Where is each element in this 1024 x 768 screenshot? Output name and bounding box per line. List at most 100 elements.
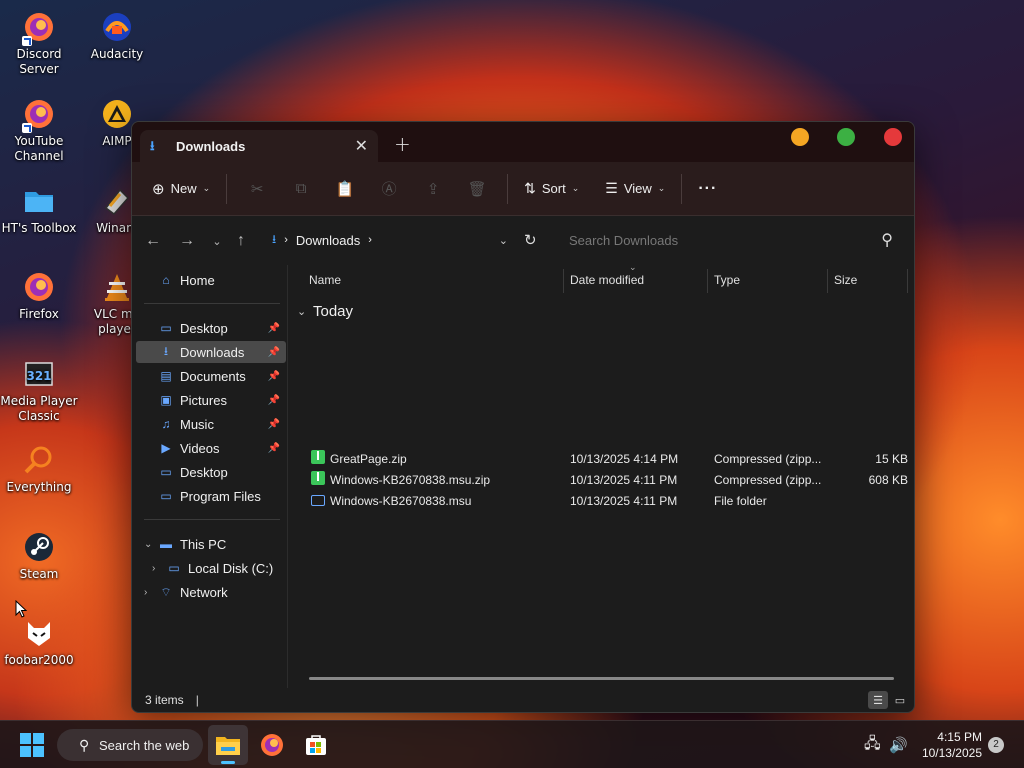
sort-button-label: Sort xyxy=(541,181,566,196)
close-tab-icon[interactable]: ✕ xyxy=(355,136,368,156)
volume-icon[interactable]: 🔊 xyxy=(889,721,908,768)
sidebar-item-music[interactable]: ♫ Music 📌 xyxy=(136,413,286,435)
breadcrumb-downloads[interactable]: Downloads xyxy=(296,233,360,248)
desktop-icon-everything[interactable]: Everything xyxy=(0,443,78,495)
address-bar-row: ← → ⌄ ↑ ⭳ › Downloads › ⌄ ↻ Search Downl… xyxy=(132,217,914,265)
search-box[interactable]: Search Downloads ⚲ xyxy=(557,225,907,255)
taskbar-firefox[interactable] xyxy=(252,725,292,765)
pin-icon[interactable]: 📌 xyxy=(268,395,280,406)
network-status-icon[interactable]: 🖧 xyxy=(864,721,881,768)
delete-icon[interactable]: 🗑 xyxy=(455,173,499,205)
sidebar-item-network[interactable]: › ⌔ Network xyxy=(136,581,286,603)
sidebar-item-downloads[interactable]: ⭳ Downloads 📌 xyxy=(136,341,286,363)
everything-icon xyxy=(22,443,56,477)
copy-icon[interactable]: ⧉ xyxy=(279,173,323,205)
file-type: Compressed (zipp... xyxy=(714,451,822,466)
sidebar-item-documents[interactable]: ▤ Documents 📌 xyxy=(136,365,286,387)
navigation-pane: ⌂ Home ▭ Desktop 📌 ⭳ Downloads 📌 ▤ Docum… xyxy=(132,265,288,688)
sidebar-item-home[interactable]: ⌂ Home xyxy=(136,269,286,291)
folder-icon: ▭ xyxy=(160,465,172,479)
file-list: Name Date modified ⌄ Type Size ⌄ Today G… xyxy=(289,262,914,688)
group-collapse-chevron-icon[interactable]: ⌄ xyxy=(297,305,306,318)
vlc-icon xyxy=(100,270,134,304)
sidebar-item-this-pc[interactable]: ⌄ ▬ This PC xyxy=(136,533,286,555)
sidebar-item-local-disk[interactable]: › ▭ Local Disk (C:) xyxy=(136,557,286,579)
pin-icon[interactable]: 📌 xyxy=(268,347,280,358)
sidebar-item-videos[interactable]: ▶ Videos 📌 xyxy=(136,437,286,459)
share-icon[interactable]: ⇪ xyxy=(411,173,455,205)
start-button[interactable] xyxy=(12,725,52,765)
file-explorer-window: ⭳ Downloads ✕ + ⊕ New ⌄ ✂ ⧉ 📋 Ⓐ ⇪ 🗑 ⇅ So… xyxy=(131,121,915,713)
pin-icon[interactable]: 📌 xyxy=(268,323,280,334)
sidebar-item-label: Local Disk (C:) xyxy=(188,560,274,576)
address-dropdown-icon[interactable]: ⌄ xyxy=(499,234,508,247)
address-breadcrumb[interactable]: ⭳ › Downloads › ⌄ xyxy=(272,225,508,255)
details-view-button[interactable]: ☰ xyxy=(868,691,888,709)
tab-downloads[interactable]: ⭳ Downloads ✕ xyxy=(140,130,378,162)
column-header-type[interactable]: Type xyxy=(714,265,740,295)
desktop-icon-label: YouTube Channel xyxy=(14,134,64,163)
pin-icon[interactable]: 📌 xyxy=(268,419,280,430)
minimize-button[interactable] xyxy=(791,128,809,146)
taskbar-clock[interactable]: 4:15 PM 10/13/2025 xyxy=(920,729,982,761)
rename-icon[interactable]: Ⓐ xyxy=(367,173,411,205)
horizontal-scrollbar[interactable] xyxy=(309,677,894,680)
desktop-icon-youtube-channel[interactable]: YouTube Channel xyxy=(0,97,78,164)
forward-arrow-icon[interactable]: → xyxy=(170,232,204,250)
collapse-chevron-icon[interactable]: › xyxy=(144,587,147,598)
column-header-name[interactable]: Name xyxy=(309,265,341,295)
pin-icon[interactable]: 📌 xyxy=(268,443,280,454)
desktop-icon-hts-toolbox[interactable]: HT's Toolbox xyxy=(0,184,78,236)
command-bar: ⊕ New ⌄ ✂ ⧉ 📋 Ⓐ ⇪ 🗑 ⇅ Sort ⌄ ☰ View ⌄ ··… xyxy=(132,162,914,216)
folder-icon: ▭ xyxy=(160,489,172,503)
desktop-icon-audacity[interactable]: Audacity xyxy=(78,10,156,62)
column-header-size[interactable]: Size xyxy=(834,265,857,295)
desktop-icon-foobar2000[interactable]: foobar2000 xyxy=(0,616,78,668)
documents-icon: ▤ xyxy=(160,369,172,383)
sort-indicator-icon: ⌄ xyxy=(629,262,637,272)
clock-time: 4:15 PM xyxy=(937,730,982,744)
file-name: Windows-KB2670838.msu.zip xyxy=(330,472,491,487)
new-button[interactable]: ⊕ New ⌄ xyxy=(144,173,218,205)
notification-badge[interactable]: 2 xyxy=(988,737,1004,753)
cut-icon[interactable]: ✂ xyxy=(235,173,279,205)
file-name: Windows-KB2670838.msu xyxy=(330,493,472,508)
toolbar-divider xyxy=(681,173,683,204)
view-button[interactable]: ☰ View ⌄ xyxy=(597,173,673,205)
taskbar-search-box[interactable]: ⚲ Search the web xyxy=(57,729,203,761)
download-icon: ⭳ xyxy=(272,231,277,246)
search-input[interactable]: Search Downloads xyxy=(569,233,678,248)
back-arrow-icon[interactable]: ← xyxy=(136,232,170,250)
breadcrumb-chevron-icon: › xyxy=(368,234,372,246)
up-arrow-icon[interactable]: ↑ xyxy=(230,232,252,250)
taskbar-microsoft-store[interactable] xyxy=(296,725,336,765)
recent-locations-chevron-icon[interactable]: ⌄ xyxy=(204,235,230,248)
file-row[interactable]: Windows-KB2670838.msu.zip 10/13/2025 4:1… xyxy=(301,469,908,490)
refresh-icon[interactable]: ↻ xyxy=(524,231,537,249)
collapse-chevron-icon[interactable]: › xyxy=(152,563,155,574)
sidebar-item-pictures[interactable]: ▣ Pictures 📌 xyxy=(136,389,286,411)
group-header-today[interactable]: Today xyxy=(313,303,353,320)
desktop-icon-media-player-classic[interactable]: 321 Media Player Classic xyxy=(0,357,78,424)
expand-chevron-icon[interactable]: ⌄ xyxy=(144,539,152,550)
taskbar-file-explorer[interactable] xyxy=(208,725,248,765)
new-tab-button[interactable]: + xyxy=(394,132,411,156)
sidebar-item-desktop[interactable]: ▭ Desktop 📌 xyxy=(136,317,286,339)
paste-icon[interactable]: 📋 xyxy=(323,173,367,205)
firefox-shortcut-icon xyxy=(22,10,56,46)
sort-button[interactable]: ⇅ Sort ⌄ xyxy=(516,173,587,205)
close-window-button[interactable] xyxy=(884,128,902,146)
more-options-button[interactable]: ··· xyxy=(690,173,725,205)
desktop-icon-firefox[interactable]: Firefox xyxy=(0,270,78,322)
file-row[interactable]: Windows-KB2670838.msu 10/13/2025 4:11 PM… xyxy=(301,490,908,511)
pin-icon[interactable]: 📌 xyxy=(268,371,280,382)
desktop-icon-steam[interactable]: Steam xyxy=(0,530,78,582)
desktop-icon-discord-server[interactable]: Discord Server xyxy=(0,10,78,77)
file-row[interactable]: GreatPage.zip 10/13/2025 4:14 PM Compres… xyxy=(301,448,908,469)
tiles-view-button[interactable]: ▭ xyxy=(890,691,910,709)
search-icon[interactable]: ⚲ xyxy=(881,230,893,250)
sidebar-item-desktop-2[interactable]: ▭ Desktop xyxy=(136,461,286,483)
maximize-button[interactable] xyxy=(837,128,855,146)
sidebar-item-program-files[interactable]: ▭ Program Files xyxy=(136,485,286,507)
sort-icon: ⇅ xyxy=(524,180,536,196)
